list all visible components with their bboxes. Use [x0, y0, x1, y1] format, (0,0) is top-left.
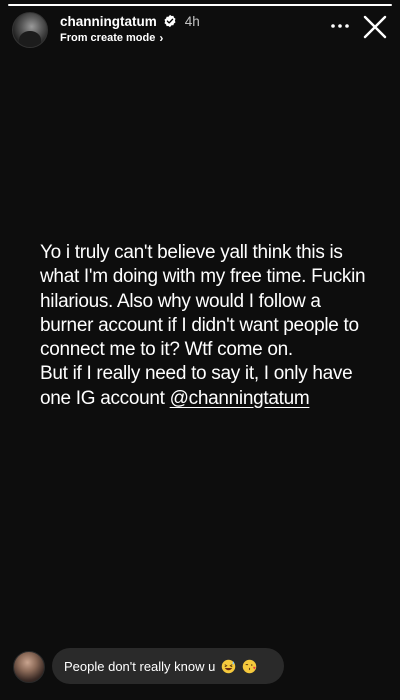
chevron-right-icon: › [159, 31, 164, 45]
kissing-heart-emoji-icon [243, 659, 257, 673]
message-line-prefix: one IG account [40, 387, 170, 409]
laughing-sweat-emoji-icon [222, 659, 236, 673]
username-row: channingtatum 4h [60, 12, 200, 30]
story-viewer[interactable]: channingtatum 4h From create mode › Yo i… [0, 0, 400, 700]
message-line: hilarious. Also why would I follow a [40, 290, 321, 312]
story-text-message: Yo i truly can't believe yall think this… [40, 241, 372, 411]
story-progress-fill [8, 4, 392, 6]
create-mode-link[interactable]: From create mode › [60, 30, 163, 46]
profile-avatar[interactable] [12, 12, 48, 48]
close-icon[interactable] [360, 12, 390, 42]
verified-badge-icon [164, 14, 176, 28]
username[interactable]: channingtatum [60, 14, 157, 29]
message-line: what I'm doing with my free time. Fuckin [40, 266, 366, 288]
reply-message-bubble[interactable]: People don't really know u [52, 648, 284, 684]
message-line: connect me to it? Wtf come on. [40, 339, 293, 361]
viewer-avatar [13, 651, 45, 683]
message-line: one IG account @channingtatum [40, 387, 372, 411]
reply-footer: People don't really know u [0, 640, 400, 700]
more-horizontal-icon[interactable] [330, 16, 350, 34]
story-time: 4h [184, 13, 200, 29]
mention-link[interactable]: @channingtatum [170, 388, 310, 409]
message-line: burner account if I didn't want people t… [40, 314, 359, 336]
create-mode-label: From create mode [60, 32, 156, 44]
story-header: channingtatum 4h From create mode › [12, 12, 390, 48]
message-line: Yo i truly can't believe yall think this… [40, 242, 343, 263]
reply-text: People don't really know u [64, 658, 216, 674]
story-progress-bar [8, 4, 392, 6]
message-line: But if I really need to say it, I only h… [40, 363, 353, 385]
